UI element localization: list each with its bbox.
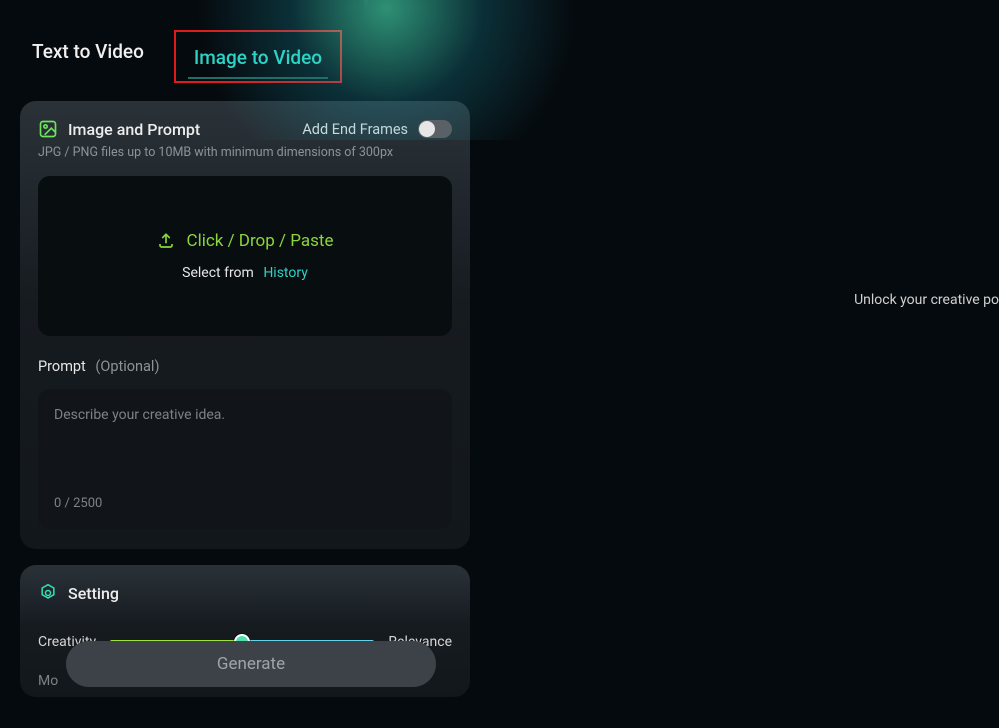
toggle-knob bbox=[419, 121, 435, 137]
image-prompt-panel: Image and Prompt Add End Frames JPG / PN… bbox=[20, 101, 470, 549]
dropzone-sub-prefix: Select from bbox=[182, 265, 254, 281]
tab-highlight-box: Image to Video bbox=[174, 30, 342, 83]
setting-title-text: Setting bbox=[68, 584, 119, 603]
mode-tabs: Text to Video Image to Video bbox=[0, 0, 999, 83]
end-frames-control: Add End Frames bbox=[302, 120, 452, 138]
tab-image-to-video[interactable]: Image to Video bbox=[182, 36, 334, 81]
setting-panel: Setting Creativity Relevance Mo Generate bbox=[20, 565, 470, 697]
setting-title: Setting bbox=[38, 583, 452, 603]
dropzone-main-row: Click / Drop / Paste bbox=[157, 231, 334, 251]
char-counter: 0 / 2500 bbox=[54, 496, 436, 511]
end-frames-label: Add End Frames bbox=[302, 121, 408, 138]
upload-dropzone[interactable]: Click / Drop / Paste Select from History bbox=[38, 176, 452, 336]
prompt-label: Prompt (Optional) bbox=[38, 358, 452, 375]
dropzone-sub-row: Select from History bbox=[182, 265, 308, 281]
gear-icon bbox=[38, 583, 58, 603]
prompt-label-text: Prompt bbox=[38, 358, 86, 375]
prompt-optional-text: (Optional) bbox=[95, 358, 159, 375]
side-promo-text: Unlock your creative po bbox=[854, 292, 999, 308]
end-frames-toggle[interactable] bbox=[418, 120, 452, 138]
image-prompt-title: Image and Prompt bbox=[38, 119, 200, 139]
image-prompt-title-text: Image and Prompt bbox=[68, 120, 200, 139]
prompt-box: 0 / 2500 bbox=[38, 389, 452, 529]
dropzone-main-text: Click / Drop / Paste bbox=[187, 231, 334, 251]
image-icon bbox=[38, 119, 58, 139]
upload-hint: JPG / PNG files up to 10MB with minimum … bbox=[38, 145, 452, 160]
history-link[interactable]: History bbox=[263, 265, 308, 281]
upload-icon bbox=[157, 232, 175, 250]
prompt-textarea[interactable] bbox=[54, 407, 436, 487]
tab-text-to-video[interactable]: Text to Video bbox=[20, 30, 156, 75]
generate-button[interactable]: Generate bbox=[66, 641, 436, 687]
